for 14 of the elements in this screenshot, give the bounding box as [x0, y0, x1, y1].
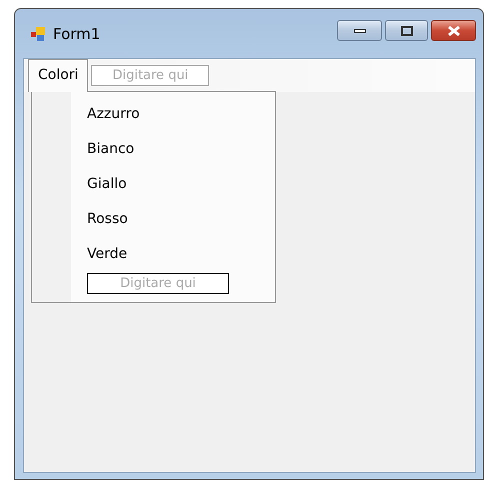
maximize-icon: [400, 26, 412, 36]
menu-entry[interactable]: Azzurro: [87, 96, 140, 131]
menu-item[interactable]: Colori: [28, 59, 88, 92]
window-title: Form1: [53, 24, 100, 42]
menu-entry[interactable]: Giallo: [87, 166, 127, 201]
menu-entry[interactable]: Verde: [87, 236, 128, 271]
minimize-button[interactable]: [337, 20, 382, 41]
menu-entry[interactable]: Bianco: [87, 131, 134, 166]
minimize-icon: [354, 28, 366, 34]
app-icon: [31, 26, 47, 40]
menu-entry[interactable]: Rosso: [87, 201, 128, 236]
close-button[interactable]: [431, 20, 476, 41]
maximize-button[interactable]: [385, 20, 428, 41]
close-icon: [446, 26, 460, 36]
